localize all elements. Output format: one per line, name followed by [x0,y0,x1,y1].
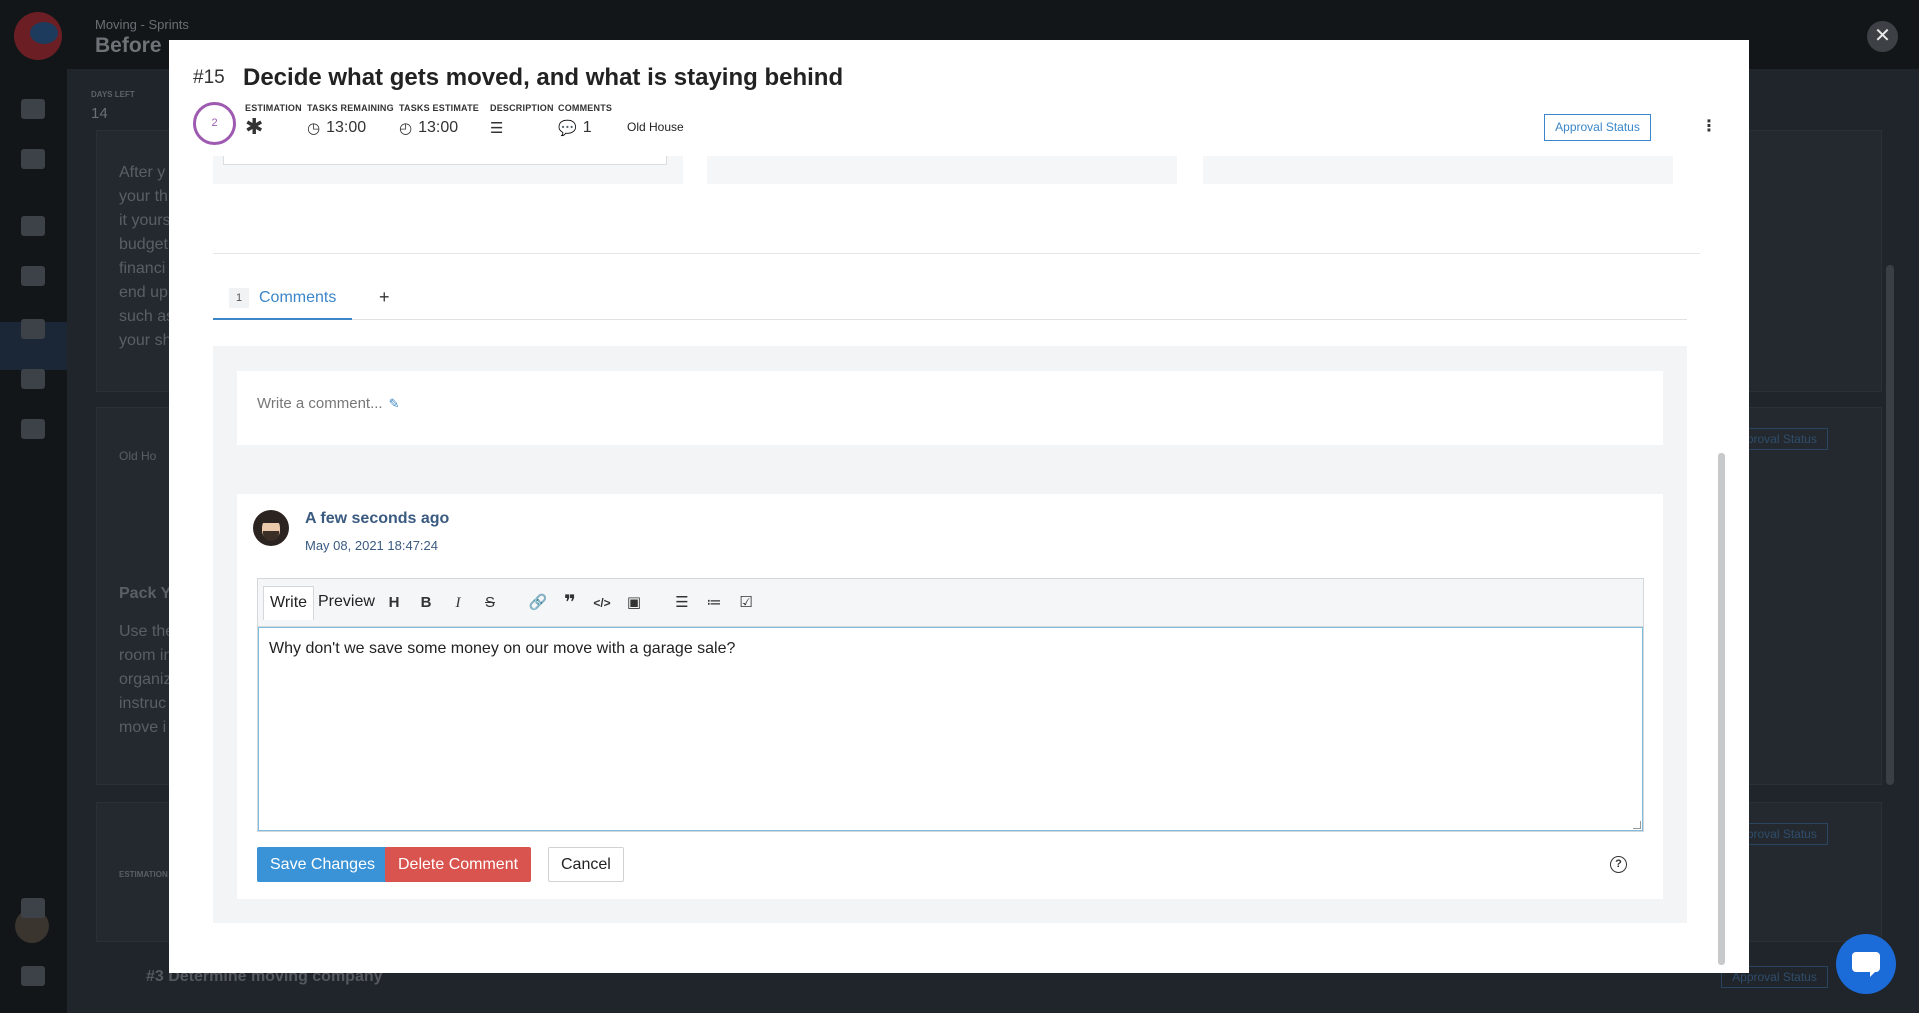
comments-value: 1 [582,119,592,136]
estimation-ring[interactable]: 2 [193,102,236,145]
chat-launcher-button[interactable] [1836,934,1896,994]
comment-card: A few seconds ago May 08, 2021 18:47:24 … [237,494,1663,899]
logout-icon[interactable] [21,966,45,986]
more-options-icon[interactable]: ⋮ [1701,114,1717,141]
comment-editor: Write Preview H B I S 🔗 ❞ </> ▣ ☰ ≔ ☑ Wh… [257,578,1644,832]
panel-fragment-box [223,156,667,165]
app-logo [14,12,62,60]
list-icon[interactable] [21,216,45,236]
add-tab-button[interactable]: + [379,287,390,308]
modal-scrollbar-thumb[interactable] [1718,453,1725,965]
comment-icon: 💬 [558,120,577,137]
card-text: Use the room in organiz instruc move i [119,623,175,736]
page-title: Before [95,34,162,57]
comment-tabs: 1 Comments + [213,278,1687,320]
clock-outline-icon: ◴ [399,120,413,137]
metric-tasks-remaining[interactable]: TASKS REMAINING ◷ 13:00 [307,103,394,137]
estimation-label: ESTIMATION [245,103,302,113]
comment-date: May 08, 2021 18:47:24 [305,538,438,553]
metric-description[interactable]: DESCRIPTION ☰ [490,103,554,137]
bold-icon[interactable]: B [416,593,436,613]
board-icon[interactable] [21,149,45,169]
card-tag: Old Ho [119,449,157,463]
tasks-remaining-label: TASKS REMAINING [307,103,394,113]
panel-fragment [707,156,1177,184]
sprints-icon[interactable] [21,266,45,286]
save-changes-button[interactable]: Save Changes [257,847,388,882]
bullet-list-icon[interactable]: ☰ [672,593,692,613]
help-icon[interactable]: ? [1610,856,1627,873]
days-left-value: 14 [91,105,108,122]
resize-handle[interactable] [1633,821,1641,829]
tab-preview[interactable]: Preview [312,586,381,620]
comments-count-badge: 1 [229,288,249,308]
tab-comments[interactable]: 1 Comments [213,278,353,320]
comment-timestamp-relative: A few seconds ago [305,510,450,527]
tab-write[interactable]: Write [263,586,315,620]
metric-comments[interactable]: COMMENTS 💬 1 [558,103,612,137]
comments-area: Write a comment... ✎ A few seconds ago Ma… [213,346,1687,923]
editor-toolbar: Write Preview H B I S 🔗 ❞ </> ▣ ☰ ≔ ☑ [258,579,1643,627]
dashboard-icon[interactable] [21,99,45,119]
page-scrollbar[interactable] [1886,265,1894,785]
days-left-label: DAYS LEFT [91,90,135,99]
metric-estimation[interactable]: ESTIMATION ✱ [245,103,302,139]
delete-comment-button[interactable]: Delete Comment [385,847,532,882]
estimation-label: ESTIMATION [119,870,168,879]
breadcrumb[interactable]: Moving - Sprints [95,17,189,32]
task-modal: #15 Decide what gets moved, and what is … [169,40,1749,973]
team-icon[interactable] [21,419,45,439]
divider [213,253,1700,254]
comment-textarea[interactable]: Why don't we save some money on our move… [258,627,1643,831]
tag-old-house[interactable]: Old House [623,118,688,136]
heading-icon[interactable]: H [384,593,404,613]
avatar [253,510,289,546]
italic-icon[interactable]: I [448,593,468,613]
task-list-icon[interactable]: ☑ [736,593,756,613]
panel-fragment [1203,156,1673,184]
database-icon[interactable] [21,369,45,389]
tasks-remaining-value: 13:00 [326,119,367,136]
billing-icon[interactable] [21,898,45,918]
numbered-list-icon[interactable]: ≔ [704,593,724,613]
asterisk-icon: ✱ [245,114,264,139]
modal-scroll-content: 1 Comments + Write a comment... ✎ A few s… [169,156,1749,966]
description-label: DESCRIPTION [490,103,554,113]
runner-icon[interactable] [21,319,45,339]
new-comment-input[interactable]: Write a comment... ✎ [257,395,400,412]
tab-comments-label: Comments [259,289,337,306]
pencil-icon: ✎ [388,396,400,411]
card-text: After y your th it yours budget financi … [119,164,175,349]
cancel-button[interactable]: Cancel [548,847,624,882]
new-comment-box[interactable]: Write a comment... ✎ [237,371,1663,445]
tasks-estimate-value: 13:00 [418,119,459,136]
link-icon[interactable]: 🔗 [528,593,548,613]
task-number: #15 [193,67,225,88]
tasks-estimate-label: TASKS ESTIMATE [399,103,479,113]
clock-icon: ◷ [307,120,321,137]
strikethrough-icon[interactable]: S [480,593,500,613]
task-title[interactable]: Decide what gets moved, and what is stay… [243,64,843,92]
align-left-icon: ☰ [490,120,504,137]
sidebar [0,69,67,1013]
close-icon[interactable]: ✕ [1867,21,1898,52]
code-icon[interactable]: </> [592,593,612,613]
image-icon[interactable]: ▣ [624,593,644,613]
comments-label: COMMENTS [558,103,613,113]
quote-icon[interactable]: ❞ [560,593,580,613]
metric-tasks-estimate[interactable]: TASKS ESTIMATE ◴ 13:00 [399,103,479,137]
approval-status-button[interactable]: Approval Status [1544,114,1651,141]
panel-fragment [213,156,683,184]
card-title: Pack Y [119,585,172,602]
